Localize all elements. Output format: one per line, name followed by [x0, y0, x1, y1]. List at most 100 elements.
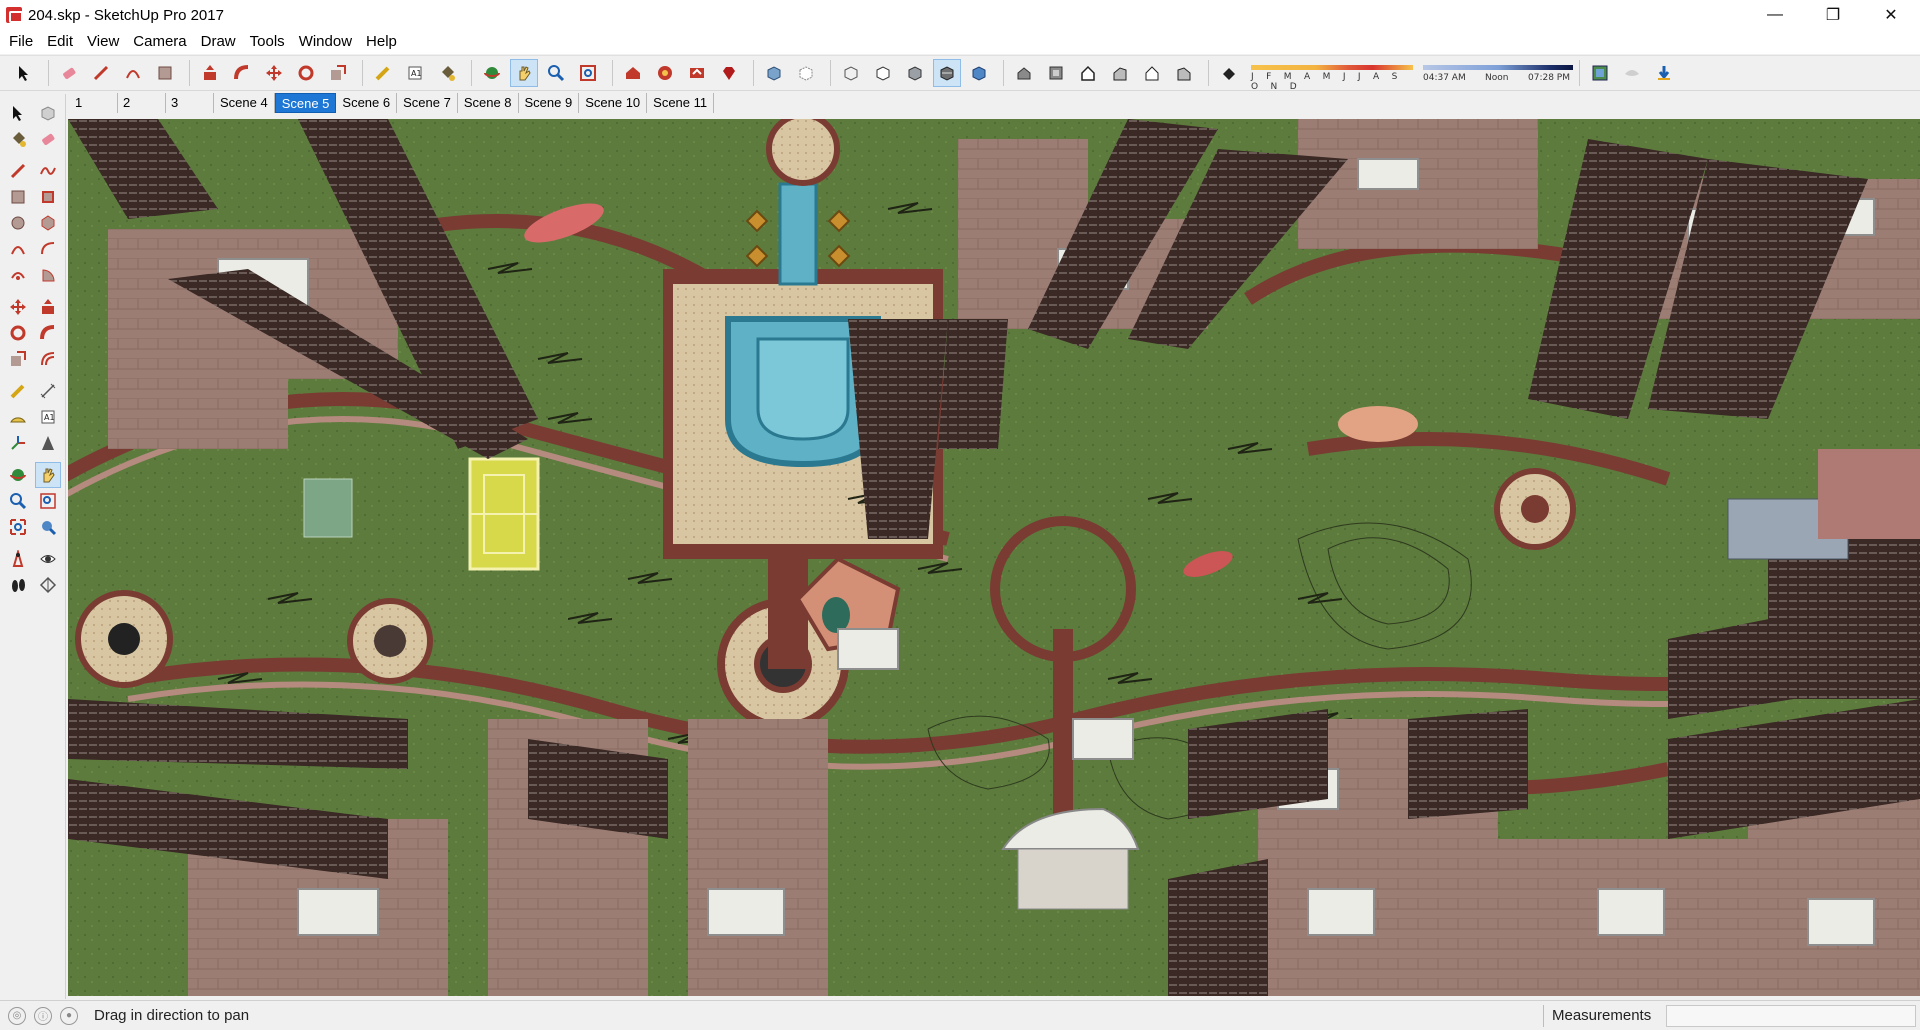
tape-measure-icon[interactable]: [369, 59, 397, 87]
scene-tab-7[interactable]: Scene 7: [397, 93, 458, 113]
scene-tab-8[interactable]: Scene 8: [458, 93, 519, 113]
share-model-icon[interactable]: [683, 59, 711, 87]
follow-me-icon[interactable]: [228, 59, 256, 87]
axes-icon[interactable]: [5, 430, 31, 456]
pan-icon[interactable]: [510, 59, 538, 87]
user-icon[interactable]: ●: [60, 1006, 78, 1025]
walk-icon[interactable]: [5, 572, 31, 598]
xray-icon[interactable]: [760, 59, 788, 87]
scene-tab-4[interactable]: Scene 4: [214, 93, 275, 113]
hidden-line-icon[interactable]: [869, 59, 897, 87]
select-icon[interactable]: [10, 59, 38, 87]
pan-icon[interactable]: [35, 462, 61, 488]
warehouse-icon[interactable]: [619, 59, 647, 87]
wireframe-icon[interactable]: [837, 59, 865, 87]
location-icon[interactable]: [1586, 59, 1614, 87]
monochrome-icon[interactable]: [965, 59, 993, 87]
menu-view[interactable]: View: [80, 30, 126, 54]
ruby-icon[interactable]: [715, 59, 743, 87]
dimension-icon[interactable]: [35, 378, 61, 404]
menu-help[interactable]: Help: [359, 30, 404, 54]
move-icon[interactable]: [260, 59, 288, 87]
shadows-icon[interactable]: [1215, 59, 1243, 87]
rectangle-icon[interactable]: [151, 59, 179, 87]
zoom-window-icon[interactable]: [35, 488, 61, 514]
fog-icon[interactable]: [1618, 59, 1646, 87]
circle-icon[interactable]: [5, 210, 31, 236]
scale-icon[interactable]: [5, 346, 31, 372]
follow-me-icon[interactable]: [35, 320, 61, 346]
polygon-icon[interactable]: [35, 210, 61, 236]
text-icon[interactable]: A1: [35, 404, 61, 430]
rotate-icon[interactable]: [292, 59, 320, 87]
front-view-icon[interactable]: [1074, 59, 1102, 87]
rectangle-icon[interactable]: [5, 184, 31, 210]
scene-tab-5[interactable]: Scene 5: [274, 93, 337, 113]
menu-edit[interactable]: Edit: [40, 30, 80, 54]
scene-tab-10[interactable]: Scene 10: [579, 93, 648, 113]
scene-tab-6[interactable]: Scene 6: [336, 93, 398, 113]
look-around-icon[interactable]: [35, 546, 61, 572]
push-pull-icon[interactable]: [196, 59, 224, 87]
two-point-arc-icon[interactable]: [35, 236, 61, 262]
offset-icon[interactable]: [35, 346, 61, 372]
scene-tab-11[interactable]: Scene 11: [647, 93, 715, 113]
make-component-icon[interactable]: [35, 100, 61, 126]
menu-window[interactable]: Window: [292, 30, 359, 54]
back-edges-icon[interactable]: [792, 59, 820, 87]
line-icon[interactable]: [87, 59, 115, 87]
previous-view-icon[interactable]: [35, 514, 61, 540]
minimize-button[interactable]: —: [1746, 0, 1804, 30]
rotate-icon[interactable]: [5, 320, 31, 346]
textured-icon[interactable]: [933, 59, 961, 87]
3d-text-icon[interactable]: [35, 430, 61, 456]
menu-camera[interactable]: Camera: [126, 30, 193, 54]
eraser-icon[interactable]: [55, 59, 83, 87]
left-view-icon[interactable]: [1170, 59, 1198, 87]
extension-icon[interactable]: [651, 59, 679, 87]
line-icon[interactable]: [5, 158, 31, 184]
restore-button[interactable]: ❐: [1804, 0, 1862, 30]
push-pull-icon[interactable]: [35, 294, 61, 320]
section-plane-icon[interactable]: [35, 572, 61, 598]
zoom-icon[interactable]: [5, 488, 31, 514]
text-icon[interactable]: A1: [401, 59, 429, 87]
close-button[interactable]: ✕: [1862, 0, 1920, 30]
scene-tab-2[interactable]: 2: [118, 93, 166, 113]
eraser-icon[interactable]: [35, 126, 61, 152]
select-icon[interactable]: [5, 100, 31, 126]
zoom-extents-icon[interactable]: [574, 59, 602, 87]
iso-view-icon[interactable]: [1010, 59, 1038, 87]
scene-tab-9[interactable]: Scene 9: [519, 93, 580, 113]
three-point-arc-icon[interactable]: [5, 262, 31, 288]
rotated-rectangle-icon[interactable]: [35, 184, 61, 210]
arc-icon[interactable]: [119, 59, 147, 87]
paint-bucket-icon[interactable]: [5, 126, 31, 152]
menu-tools[interactable]: Tools: [243, 30, 292, 54]
month-slider[interactable]: J F M A M J J A S O N D: [1251, 62, 1413, 92]
paint-bucket-icon[interactable]: [433, 59, 461, 87]
shaded-icon[interactable]: [901, 59, 929, 87]
move-icon[interactable]: [5, 294, 31, 320]
measurements-input[interactable]: [1666, 1005, 1916, 1027]
menu-draw[interactable]: Draw: [194, 30, 243, 54]
scene-tab-3[interactable]: 3: [166, 93, 214, 113]
protractor-icon[interactable]: [5, 404, 31, 430]
orbit-icon[interactable]: [478, 59, 506, 87]
scale-icon[interactable]: [324, 59, 352, 87]
menu-file[interactable]: File: [2, 30, 40, 54]
zoom-extents-icon[interactable]: [5, 514, 31, 540]
geo-location-icon[interactable]: ◎: [8, 1006, 26, 1025]
time-slider[interactable]: 04:37 AM Noon 07:28 PM: [1423, 62, 1573, 84]
back-view-icon[interactable]: [1138, 59, 1166, 87]
right-view-icon[interactable]: [1106, 59, 1134, 87]
position-camera-icon[interactable]: [5, 546, 31, 572]
geo-icon[interactable]: [1650, 59, 1678, 87]
zoom-icon[interactable]: [542, 59, 570, 87]
freehand-icon[interactable]: [35, 158, 61, 184]
top-view-icon[interactable]: [1042, 59, 1070, 87]
credits-icon[interactable]: ⓘ: [34, 1006, 52, 1025]
model-viewport[interactable]: [68, 119, 1920, 996]
tape-measure-icon[interactable]: [5, 378, 31, 404]
arc-icon[interactable]: [5, 236, 31, 262]
